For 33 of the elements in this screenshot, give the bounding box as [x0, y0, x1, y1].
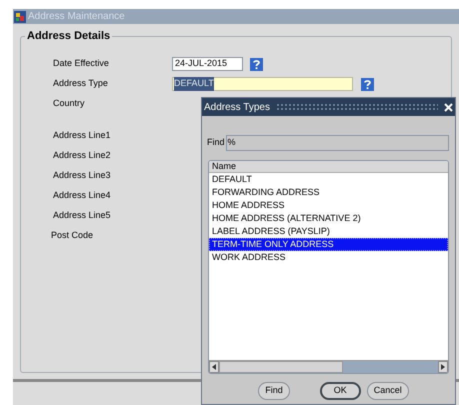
list-item[interactable]: TERM-TIME ONLY ADDRESS — [209, 238, 448, 251]
field-label: Address Type — [52, 77, 109, 90]
help-icon[interactable] — [361, 78, 374, 90]
list-item[interactable]: LABEL ADDRESS (PAYSLIP) — [209, 225, 448, 238]
field-label: Address Line5 — [52, 209, 111, 222]
help-icon[interactable] — [250, 58, 263, 70]
field-label: Country — [52, 97, 86, 110]
horizontal-scrollbar[interactable] — [209, 360, 448, 373]
right-arrow-icon[interactable] — [441, 364, 445, 370]
close-icon[interactable] — [444, 102, 453, 112]
list-item[interactable]: FORWARDING ADDRESS — [209, 186, 448, 199]
find-field[interactable]: % — [226, 135, 449, 151]
field-label: Address Line2 — [52, 149, 111, 162]
dialog-button[interactable]: Cancel — [366, 382, 409, 400]
app-icon — [14, 10, 26, 22]
left-arrow-icon[interactable] — [212, 364, 216, 370]
window-title: Address Maintenance — [28, 10, 125, 24]
dialog-button[interactable]: Find — [258, 382, 290, 400]
list-item[interactable]: HOME ADDRESS (ALTERNATIVE 2) — [209, 212, 448, 225]
list-item[interactable]: WORK ADDRESS — [209, 251, 448, 264]
field-label: Address Line4 — [52, 189, 111, 202]
list-item[interactable]: DEFAULT — [209, 173, 448, 186]
field-label: Address Line1 — [52, 129, 111, 142]
list-item[interactable]: HOME ADDRESS — [209, 199, 448, 212]
find-label: Find — [207, 136, 225, 150]
dialog-button[interactable]: OK — [320, 382, 361, 400]
dialog-title: Address Types — [204, 100, 270, 114]
field-label: Post Code — [50, 229, 94, 242]
field-label: Date Effective — [52, 57, 110, 70]
date-field[interactable]: 24-JUL-2015 — [172, 57, 243, 71]
address-type-field[interactable]: DEFAULT — [172, 77, 353, 91]
field-label: Address Line3 — [52, 169, 111, 182]
column-header: Name — [209, 161, 448, 173]
